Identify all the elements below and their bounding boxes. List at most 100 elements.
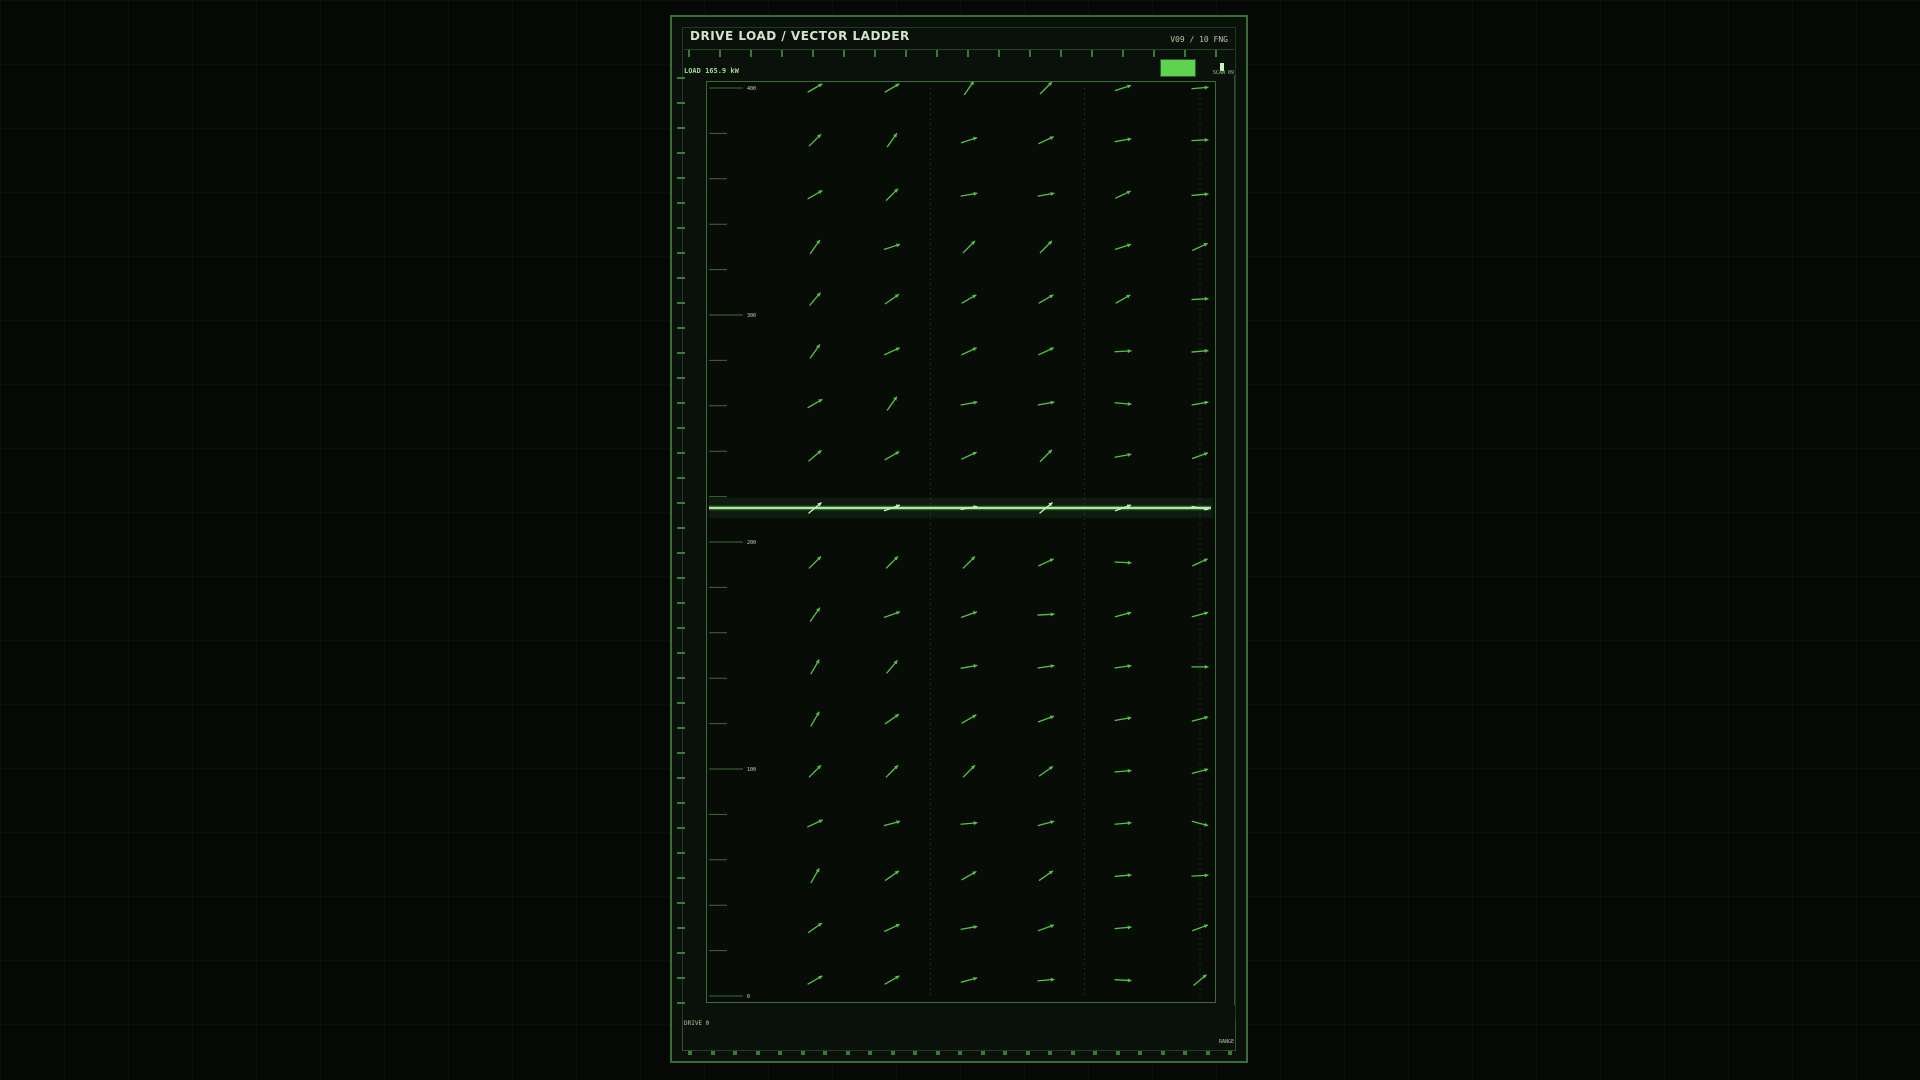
- y-tick-label: 300: [747, 313, 756, 319]
- ruler-tick: [1093, 1051, 1097, 1055]
- vector-field-plot: 0 100 200 300 400: [709, 82, 1213, 1000]
- vector-arrow: [1037, 400, 1055, 406]
- ruler-tick: [677, 402, 685, 404]
- vector-head: [1050, 977, 1055, 982]
- scan-indicator[interactable]: [1160, 59, 1196, 77]
- vector-arrow: [1038, 136, 1054, 145]
- ruler-tick: [1025, 1051, 1030, 1055]
- ruler-tick: [677, 827, 685, 829]
- vector-arrow: [961, 347, 977, 356]
- vector-head: [973, 821, 978, 826]
- ruler-tick: [958, 1051, 962, 1055]
- vector-arrow: [884, 713, 900, 725]
- vector-arrow: [1037, 924, 1055, 932]
- ruler-tick: [677, 952, 685, 954]
- vector-arrow: [1038, 347, 1054, 356]
- vector-arrow: [808, 133, 822, 147]
- right-rail: [1234, 75, 1235, 1005]
- ruler-tick: [1228, 1051, 1232, 1055]
- y-tick-label: 400: [747, 86, 756, 92]
- vector-head: [1204, 296, 1209, 301]
- vector-arrow: [1037, 977, 1055, 982]
- vector-arrow: [1114, 611, 1132, 618]
- vector-arrow: [960, 821, 978, 826]
- vector-head: [1127, 349, 1132, 354]
- vector-arrow: [1039, 449, 1053, 463]
- vector-arrow: [810, 868, 820, 884]
- ruler-tick: [677, 877, 685, 879]
- ruler-tick: [677, 477, 685, 479]
- vector-arrow: [1039, 82, 1053, 95]
- vector-arrow: [961, 714, 977, 724]
- panel-title: DRIVE LOAD / VECTOR LADDER: [690, 29, 910, 43]
- vector-arrow: [960, 136, 978, 144]
- ruler-tick: [677, 927, 685, 929]
- vector-arrow: [1115, 190, 1131, 199]
- vector-arrow: [1037, 820, 1055, 827]
- vector-arrow: [1114, 243, 1132, 251]
- drive-load-panel: DRIVE LOAD / VECTOR LADDER V09 / 10 FNG …: [670, 15, 1248, 1063]
- ruler-tick: [677, 802, 685, 804]
- ruler-tick: [677, 902, 685, 904]
- ruler-tick: [677, 502, 685, 504]
- ruler-tick: [1115, 1051, 1120, 1055]
- vector-arrow: [1038, 294, 1054, 304]
- ruler-tick: [913, 1051, 917, 1055]
- ruler-tick: [755, 1051, 760, 1055]
- vector-arrow: [962, 555, 976, 569]
- y-tick-label: 200: [747, 540, 756, 546]
- ruler-tick: [1070, 1051, 1075, 1055]
- ruler-tick: [868, 1051, 872, 1055]
- footer-bracket-right: [1225, 1020, 1236, 1051]
- vector-arrow: [809, 292, 821, 307]
- vector-arrow: [960, 191, 978, 197]
- vector-arrow: [960, 925, 978, 931]
- vector-arrow: [884, 975, 900, 985]
- vector-arrow: [1114, 560, 1132, 565]
- ruler-tick: [677, 277, 685, 279]
- vector-arrow: [963, 82, 974, 96]
- version-label: V09 / 10 FNG: [1170, 35, 1228, 44]
- ruler-tick: [905, 50, 907, 57]
- vector-arrow: [1191, 611, 1209, 618]
- vector-arrow: [809, 343, 821, 359]
- ruler-tick: [1091, 50, 1093, 57]
- ruler-tick: [1205, 1051, 1210, 1055]
- vector-arrow: [960, 976, 978, 983]
- bottom-ruler: [684, 1047, 1234, 1055]
- ruler-tick: [998, 50, 1000, 57]
- y-tick-label: 100: [747, 767, 756, 773]
- ruler-tick: [677, 227, 685, 229]
- vector-arrow: [1114, 84, 1132, 92]
- vector-arrow: [807, 189, 823, 200]
- vector-arrow: [1114, 401, 1132, 406]
- ruler-tick: [1122, 50, 1124, 57]
- ruler-tick: [935, 1051, 940, 1055]
- vector-arrow: [960, 400, 978, 406]
- ruler-tick: [677, 202, 685, 204]
- vector-arrow: [884, 83, 900, 93]
- ruler-tick: [750, 50, 752, 57]
- load-readout: LOAD 165.9 kW: [684, 67, 739, 75]
- ruler-tick: [800, 1051, 805, 1055]
- ruler-tick: [677, 652, 685, 654]
- vector-arrow: [961, 294, 977, 304]
- vector-arrow: [807, 398, 823, 409]
- vector-head: [1127, 873, 1132, 878]
- vector-arrow: [810, 711, 820, 727]
- ruler-tick: [677, 602, 685, 604]
- vector-arrow: [809, 607, 821, 622]
- ruler-tick: [1003, 1051, 1007, 1055]
- vector-arrow: [810, 659, 820, 675]
- ruler-tick: [1160, 1051, 1165, 1055]
- ruler-tick: [677, 77, 685, 79]
- plot-frame: 0 100 200 300 400: [706, 81, 1216, 1003]
- vector-arrow: [884, 923, 900, 933]
- scan-label: SCAN 09: [1212, 70, 1234, 76]
- vector-arrow: [1114, 452, 1132, 458]
- vector-arrow: [886, 396, 898, 411]
- ruler-tick: [1184, 50, 1186, 57]
- ruler-tick: [677, 527, 685, 529]
- vector-arrow: [1191, 296, 1209, 301]
- vector-head: [1204, 664, 1209, 669]
